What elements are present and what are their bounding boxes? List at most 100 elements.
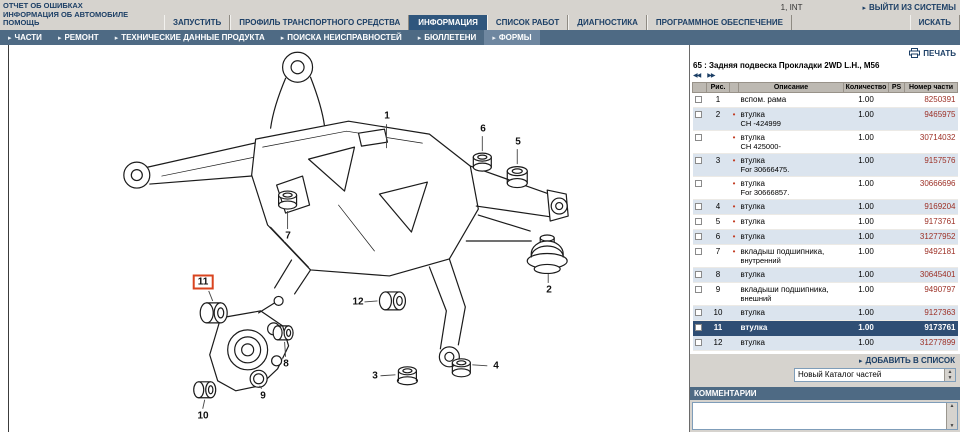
- part-row-11[interactable]: 11 втулка 1.00 9173761: [692, 320, 958, 336]
- row-description: вкладыш подшипника, внутренний: [738, 244, 844, 268]
- subnav-item-repair[interactable]: ▸ РЕМОНТ: [50, 30, 107, 45]
- tab-job-list[interactable]: СПИСОК РАБОТ: [486, 15, 569, 30]
- row-ps: [888, 244, 905, 268]
- row-qty: 1.00: [843, 153, 889, 177]
- subnav-item-label: ФОРМЫ: [498, 33, 532, 42]
- row-checkbox[interactable]: [694, 203, 702, 210]
- row-checkbox[interactable]: [694, 248, 702, 255]
- row-description: втулка: [738, 214, 844, 230]
- row-part-number: 9173761: [904, 320, 958, 336]
- row-checkbox[interactable]: [694, 218, 702, 225]
- diagram-callout-1[interactable]: 1: [383, 110, 391, 122]
- row-checkbox[interactable]: [694, 309, 702, 316]
- subnav-item-bulletins[interactable]: ▸ БЮЛЛЕТЕНИ: [410, 30, 485, 45]
- tab-launch[interactable]: ЗАПУСТИТЬ: [164, 15, 231, 30]
- pager-prev-button[interactable]: ◀◀: [693, 72, 701, 79]
- part-row-1[interactable]: 1 вспом. рама 1.00 8250391: [692, 92, 958, 108]
- part-row-4[interactable]: 4 • втулка 1.00 9169204: [692, 199, 958, 215]
- comment-scrollbar[interactable]: ▲ ▼: [946, 403, 957, 429]
- logout-link[interactable]: ▸ ВЫЙТИ ИЗ СИСТЕМЫ: [862, 3, 956, 12]
- tab-search[interactable]: ИСКАТЬ: [909, 15, 960, 30]
- row-qty: 1.00: [843, 130, 889, 154]
- row-checkbox-cell: [692, 282, 707, 306]
- parts-table-body: 1 вспом. рама 1.00 8250391 2 • втулка CH -42499…: [692, 92, 958, 351]
- row-checkbox[interactable]: [694, 339, 702, 346]
- scroll-up-icon[interactable]: ▲: [947, 403, 957, 409]
- diagram-callout-12[interactable]: 12: [351, 296, 365, 308]
- add-to-list-button[interactable]: ▸ ДОБАВИТЬ В СПИСОК: [690, 354, 960, 367]
- part-row-6[interactable]: 6 • втулка 1.00 31277952: [692, 229, 958, 245]
- row-ps: [888, 335, 905, 351]
- subnav: ▸ ЧАСТИ ▸ РЕМОНТ ▸ ТЕХНИЧЕСКИЕ ДАННЫЕ ПРОДУКТ…: [0, 30, 960, 45]
- tab-information[interactable]: ИНФОРМАЦИЯ: [409, 15, 487, 30]
- row-checkbox[interactable]: [694, 324, 702, 331]
- row-part-number: 31277899: [904, 335, 958, 351]
- row-fig: 8: [706, 267, 730, 283]
- diagram-callout-5[interactable]: 5: [514, 136, 522, 148]
- parts-panel: ПЕЧАТЬ 65 : Задняя подвеска Прокладки 2W…: [689, 45, 960, 432]
- col-header-2: [729, 82, 739, 93]
- part-row-2[interactable]: 2 • втулка CH -424999 1.00 9465975: [692, 107, 958, 131]
- part-row-10[interactable]: 10 втулка 1.00 9127363: [692, 305, 958, 321]
- row-checkbox[interactable]: [694, 180, 702, 187]
- subnav-item-product-technical-data[interactable]: ▸ ТЕХНИЧЕСКИЕ ДАННЫЕ ПРОДУКТА: [107, 30, 273, 45]
- part-row-3[interactable]: 3 • втулка For 30666475. 1.00 9157576: [692, 153, 958, 177]
- part-row-x2[interactable]: • втулка CH 425000- 1.00 30714032: [692, 130, 958, 154]
- row-description: втулка: [738, 229, 844, 245]
- row-qty: 1.00: [843, 335, 889, 351]
- row-part-number: 9127363: [904, 305, 958, 321]
- part-row-7[interactable]: 7 • вкладыш подшипника, внутренний 1.00 94921…: [692, 244, 958, 268]
- tab-vehicle-profile[interactable]: ПРОФИЛЬ ТРАНСПОРТНОГО СРЕДСТВА: [230, 15, 410, 30]
- diagram-callout-7[interactable]: 7: [284, 230, 292, 242]
- row-checkbox[interactable]: [694, 233, 702, 240]
- part-row-8[interactable]: 8 втулка 1.00 30645401: [692, 267, 958, 283]
- part-row-5[interactable]: 5 • втулка 1.00 9173761: [692, 214, 958, 230]
- chevron-right-icon: ▸: [57, 34, 62, 42]
- parts-panel-top: ПЕЧАТЬ 65 : Задняя подвеска Прокладки 2W…: [690, 45, 960, 354]
- row-checkbox[interactable]: [694, 286, 702, 293]
- diagram-callout-3[interactable]: 3: [371, 370, 379, 382]
- col-header-3: Описание: [738, 82, 844, 93]
- diagram-callout-9[interactable]: 9: [259, 390, 267, 402]
- diagram-callout-8[interactable]: 8: [282, 358, 290, 370]
- pager-next-button[interactable]: ▶▶: [707, 72, 715, 79]
- chevron-right-icon: ▸: [858, 357, 863, 365]
- tab-diagnostics[interactable]: ДИАГНОСТИКА: [568, 15, 647, 30]
- row-fig: 9: [706, 282, 730, 306]
- vida-app: ОТЧЕТ ОБ ОШИБКАХ ИНФОРМАЦИЯ ОБ АВТОМОБИЛЕ…: [0, 0, 960, 432]
- diagram-callout-6[interactable]: 6: [479, 123, 487, 135]
- part-row-12[interactable]: 12 втулка 1.00 31277899: [692, 335, 958, 351]
- diagram-callout-11[interactable]: 11: [192, 274, 214, 290]
- row-checkbox[interactable]: [694, 111, 702, 118]
- catalog-select[interactable]: Новый Каталог частей ▲ ▼: [794, 368, 956, 382]
- print-button[interactable]: ПЕЧАТЬ: [692, 47, 958, 59]
- comment-input[interactable]: [693, 403, 946, 429]
- select-scrollbar[interactable]: ▲ ▼: [944, 369, 955, 381]
- pager: ◀◀ ▶▶: [692, 70, 958, 82]
- subnav-item-parts[interactable]: ▸ ЧАСТИ: [0, 30, 50, 45]
- row-fig: 3: [706, 153, 730, 177]
- part-row-9[interactable]: 9 вкладыши подшипника, внешний 1.00 9490797: [692, 282, 958, 306]
- subnav-item-label: БЮЛЛЕТЕНИ: [424, 33, 477, 42]
- header-right: 1, INT ▸ ВЫЙТИ ИЗ СИСТЕМЫ ЗАПУСТИТЬ ПРОФИ…: [164, 0, 960, 30]
- row-part-number: 30645401: [904, 267, 958, 283]
- diagram-callout-2[interactable]: 2: [545, 284, 553, 296]
- row-description: втулка: [738, 305, 844, 321]
- header-link-2[interactable]: ПОМОЩЬ: [3, 18, 164, 28]
- row-checkbox[interactable]: [694, 134, 702, 141]
- row-description: втулка For 30666475.: [738, 153, 844, 177]
- subnav-item-fault-tracing[interactable]: ▸ ПОИСКА НЕИСПРАВНОСТЕЙ: [273, 30, 410, 45]
- tab-software[interactable]: ПРОГРАММНОЕ ОБЕСПЕЧЕНИЕ: [646, 15, 792, 30]
- row-checkbox[interactable]: [694, 157, 702, 164]
- row-checkbox[interactable]: [694, 271, 702, 278]
- subnav-item-forms[interactable]: ▸ ФОРМЫ: [484, 30, 540, 45]
- row-qty: 1.00: [843, 305, 889, 321]
- diagram-callout-10[interactable]: 10: [196, 410, 210, 422]
- scroll-down-icon[interactable]: ▼: [947, 423, 957, 429]
- scroll-down-icon[interactable]: ▼: [945, 375, 955, 381]
- diagram-callout-4[interactable]: 4: [492, 360, 500, 372]
- row-qty: 1.00: [843, 199, 889, 215]
- row-fig: 7: [706, 244, 730, 268]
- part-row-x4[interactable]: • втулка For 30666857. 1.00 30666696: [692, 176, 958, 200]
- row-checkbox[interactable]: [694, 96, 702, 103]
